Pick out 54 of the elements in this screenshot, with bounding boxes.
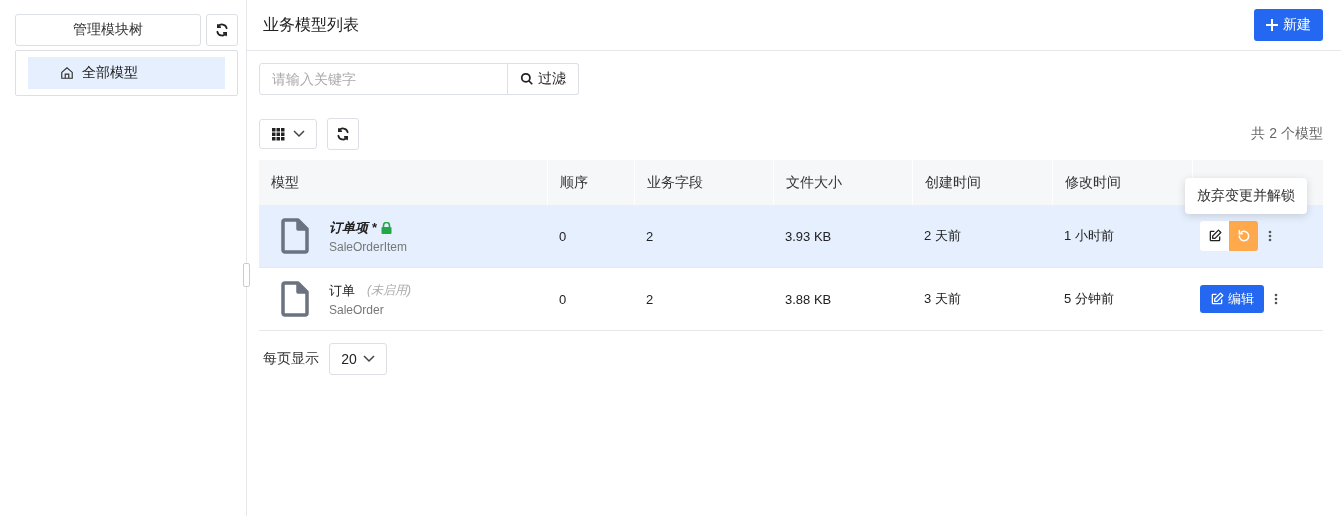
chevron-down-icon	[292, 130, 305, 138]
table-cell: 0	[559, 291, 567, 307]
page-size-select[interactable]: 20	[329, 343, 387, 375]
search-field[interactable]: 请输入关键字	[259, 63, 508, 95]
column-header: 修改时间	[1065, 173, 1121, 192]
column-header: 业务字段	[647, 173, 703, 192]
table-row[interactable]: 订单项 * SaleOrderItem 0 2 3.93 KB 2 天前 1 小时前	[259, 205, 1323, 268]
column-header: 模型	[271, 173, 299, 192]
file-icon	[281, 281, 309, 317]
model-name: 订单	[329, 281, 355, 300]
table-cell: 3.88 KB	[785, 291, 832, 307]
model-code: SaleOrderItem	[329, 239, 408, 254]
table-cell: 1 小时前	[1064, 227, 1114, 245]
model-name: 订单项 *	[329, 218, 377, 237]
edit-button[interactable]	[1200, 221, 1229, 251]
column-header: 创建时间	[925, 173, 981, 192]
column-header: 顺序	[560, 173, 588, 192]
table-cell: 3.93 KB	[785, 228, 832, 244]
table-cell: 0	[559, 228, 567, 244]
table-cell: 2 天前	[924, 227, 961, 245]
table-cell: 3 天前	[924, 290, 961, 308]
tree-label: 全部模型	[82, 64, 138, 82]
edit-icon	[1207, 229, 1222, 243]
model-code: SaleOrder	[329, 302, 385, 317]
edit-button[interactable]: 编辑	[1200, 285, 1264, 313]
table-cell: 5 分钟前	[1064, 290, 1114, 308]
page-size-label: 每页显示	[263, 350, 319, 368]
status-note: (未启用)	[367, 282, 411, 299]
home-icon	[60, 66, 74, 80]
view-dropdown[interactable]	[259, 119, 317, 149]
table-cell: 2	[646, 228, 654, 244]
file-icon	[281, 218, 309, 254]
more-icon[interactable]	[1268, 230, 1272, 242]
refresh-icon	[215, 23, 229, 37]
page-title: 业务模型列表	[263, 14, 359, 35]
tooltip: 放弃变更并解锁	[1185, 178, 1307, 214]
splitter-handle[interactable]	[243, 263, 250, 287]
filter-button[interactable]: 过滤	[508, 63, 579, 95]
module-tree-button[interactable]: 管理模块树	[15, 14, 201, 46]
grid-icon	[271, 127, 285, 141]
edit-icon	[1210, 292, 1224, 306]
search-icon	[520, 72, 534, 86]
chevron-down-icon	[362, 355, 375, 363]
plus-icon	[1266, 19, 1278, 31]
more-icon[interactable]	[1274, 293, 1278, 305]
new-button[interactable]: 新建	[1254, 9, 1323, 41]
refresh-button[interactable]	[206, 14, 238, 46]
tree-item[interactable]: 全部模型	[28, 57, 225, 89]
refresh-button[interactable]	[327, 118, 359, 150]
undo-icon	[1236, 229, 1251, 243]
table-cell: 2	[646, 291, 654, 307]
total-count: 共 2 个模型	[1251, 125, 1323, 143]
column-header: 文件大小	[786, 173, 842, 192]
refresh-icon	[336, 127, 350, 141]
